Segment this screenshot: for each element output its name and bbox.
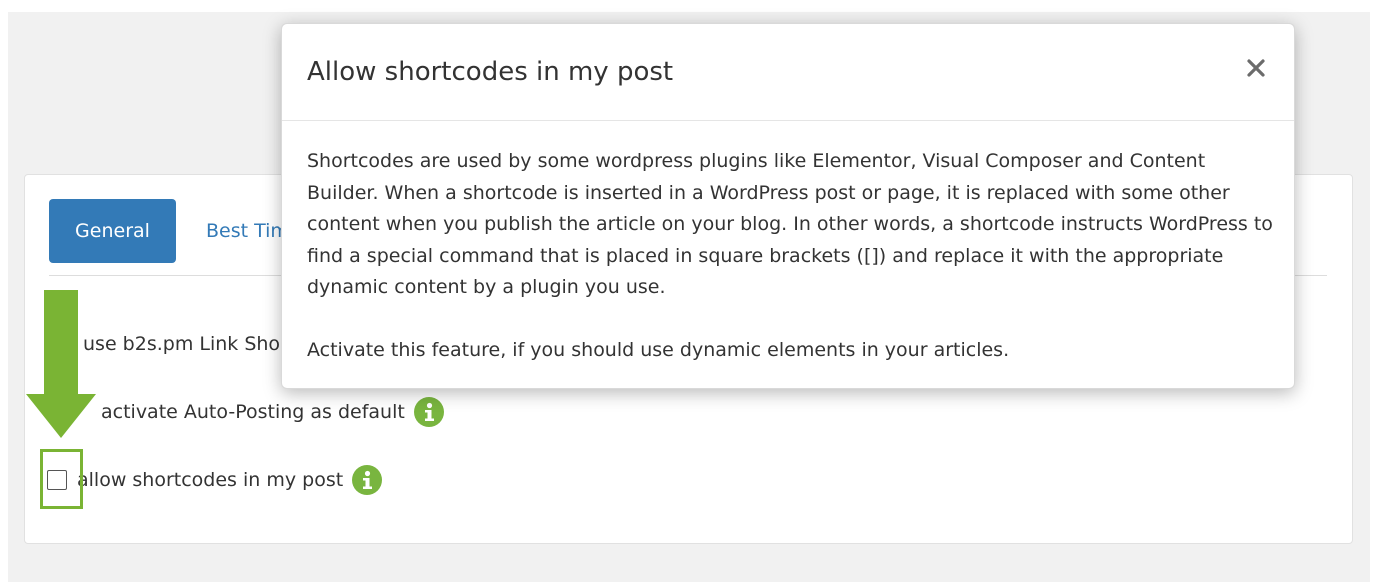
- modal-header: Allow shortcodes in my post: [282, 24, 1294, 121]
- close-icon[interactable]: [1244, 56, 1268, 80]
- modal-body: Shortcodes are used by some wordpress pl…: [307, 146, 1282, 366]
- option-shortcodes: allow shortcodes in my post: [47, 465, 383, 495]
- info-icon[interactable]: [413, 397, 444, 427]
- info-glyph: [363, 470, 373, 489]
- option-auto-posting: activate Auto-Posting as default: [101, 397, 444, 427]
- info-glyph: [424, 402, 434, 421]
- option-link-shortener: use b2s.pm Link Sho: [83, 329, 280, 359]
- option-link-shortener-label: use b2s.pm Link Sho: [83, 333, 281, 355]
- option-shortcodes-label: allow shortcodes in my post: [77, 469, 344, 491]
- tab-general[interactable]: General: [49, 199, 176, 263]
- tab-best-times[interactable]: Best Tim: [206, 199, 289, 263]
- checkbox-highlight: [40, 449, 83, 509]
- modal-paragraph-activate: Activate this feature, if you should use…: [307, 338, 1010, 361]
- modal-title: Allow shortcodes in my post: [307, 57, 674, 87]
- shortcodes-info-modal: Allow shortcodes in my post Shortcodes a…: [281, 23, 1295, 389]
- arrow-down-icon: [26, 290, 96, 444]
- option-auto-posting-label: activate Auto-Posting as default: [101, 401, 405, 423]
- info-icon[interactable]: [352, 465, 383, 495]
- modal-paragraph-description: Shortcodes are used by some wordpress pl…: [307, 150, 1273, 298]
